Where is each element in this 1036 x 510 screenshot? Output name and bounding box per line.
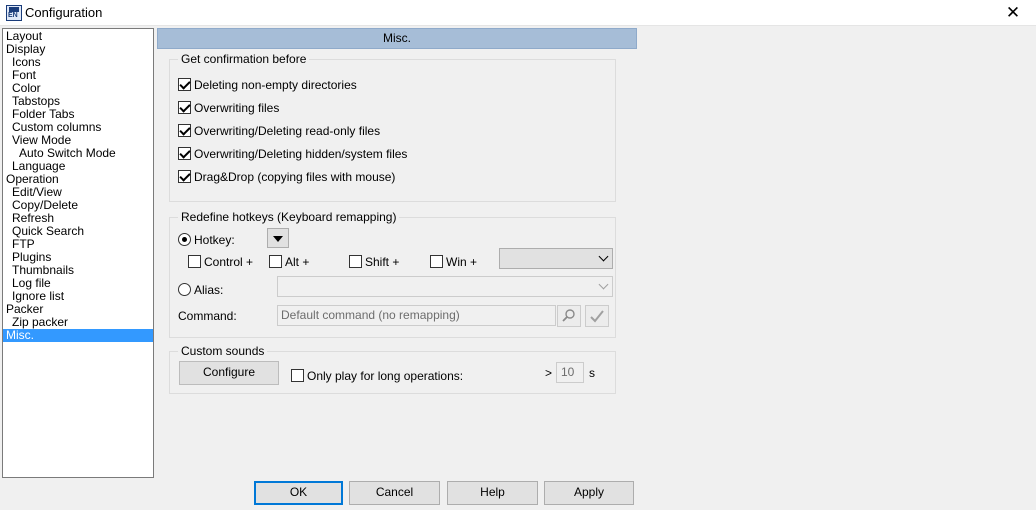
alt-checkbox[interactable]	[269, 255, 282, 268]
cancel-button[interactable]: Cancel	[349, 481, 440, 505]
apply-button[interactable]: Apply	[544, 481, 634, 505]
confirm-checkbox[interactable]	[178, 170, 191, 183]
alias-select[interactable]	[277, 276, 613, 297]
hotkey-radio[interactable]	[178, 233, 191, 246]
page-title: Misc.	[157, 28, 637, 49]
confirm-checkbox-label: Overwriting files	[194, 101, 280, 115]
tree-item[interactable]: Misc.	[3, 329, 153, 342]
browse-command-button[interactable]	[557, 305, 581, 327]
win-label: Win +	[446, 255, 478, 269]
shift-checkbox[interactable]	[349, 255, 362, 268]
app-icon	[6, 5, 22, 21]
command-input[interactable]: Default command (no remapping)	[277, 305, 556, 326]
long-operations-checkbox[interactable]	[291, 369, 304, 382]
settings-tree[interactable]: Layout Display Icons Font Color Tabstops Folde…	[2, 28, 154, 478]
seconds-unit-label: s	[589, 366, 595, 380]
apply-command-button[interactable]	[585, 305, 609, 327]
checkmark-icon	[590, 310, 604, 323]
confirmation-group-legend: Get confirmation before	[178, 52, 310, 66]
alias-radio[interactable]	[178, 283, 191, 296]
window-title: Configuration	[25, 5, 103, 20]
hotkey-key-select[interactable]	[499, 248, 613, 269]
long-operations-label: Only play for long operations:	[307, 369, 464, 383]
control-checkbox[interactable]	[188, 255, 201, 268]
hotkey-label: Hotkey:	[194, 233, 235, 247]
greater-than-label: >	[545, 366, 553, 380]
confirm-checkbox[interactable]	[178, 147, 191, 160]
alt-label: Alt +	[285, 255, 310, 269]
confirm-checkbox[interactable]	[178, 124, 191, 137]
confirm-checkbox[interactable]	[178, 101, 191, 114]
hotkeys-group-legend: Redefine hotkeys (Keyboard remapping)	[178, 210, 400, 224]
control-label: Control +	[204, 255, 254, 269]
confirm-checkbox-label: Overwriting/Deleting hidden/system files	[194, 147, 408, 161]
confirm-checkbox[interactable]	[178, 78, 191, 91]
search-icon	[562, 309, 575, 322]
chevron-down-icon	[598, 251, 609, 262]
confirm-checkbox-label: Deleting non-empty directories	[194, 78, 357, 92]
configure-sounds-button[interactable]: Configure	[179, 361, 279, 385]
shift-label: Shift +	[365, 255, 400, 269]
win-checkbox[interactable]	[430, 255, 443, 268]
hotkey-dropdown-button[interactable]	[267, 228, 289, 248]
title-bar: Configuration ✕	[0, 0, 1036, 26]
sounds-group-legend: Custom sounds	[178, 344, 268, 358]
chevron-down-icon	[598, 279, 609, 290]
alias-label: Alias:	[194, 283, 224, 297]
command-label: Command:	[178, 309, 237, 323]
close-button[interactable]: ✕	[990, 0, 1036, 26]
seconds-input[interactable]: 10	[556, 362, 584, 383]
confirm-checkbox-label: Drag&Drop (copying files with mouse)	[194, 170, 396, 184]
confirm-checkbox-label: Overwriting/Deleting read-only files	[194, 124, 381, 138]
help-button[interactable]: Help	[447, 481, 538, 505]
ok-button[interactable]: OK	[254, 481, 343, 505]
